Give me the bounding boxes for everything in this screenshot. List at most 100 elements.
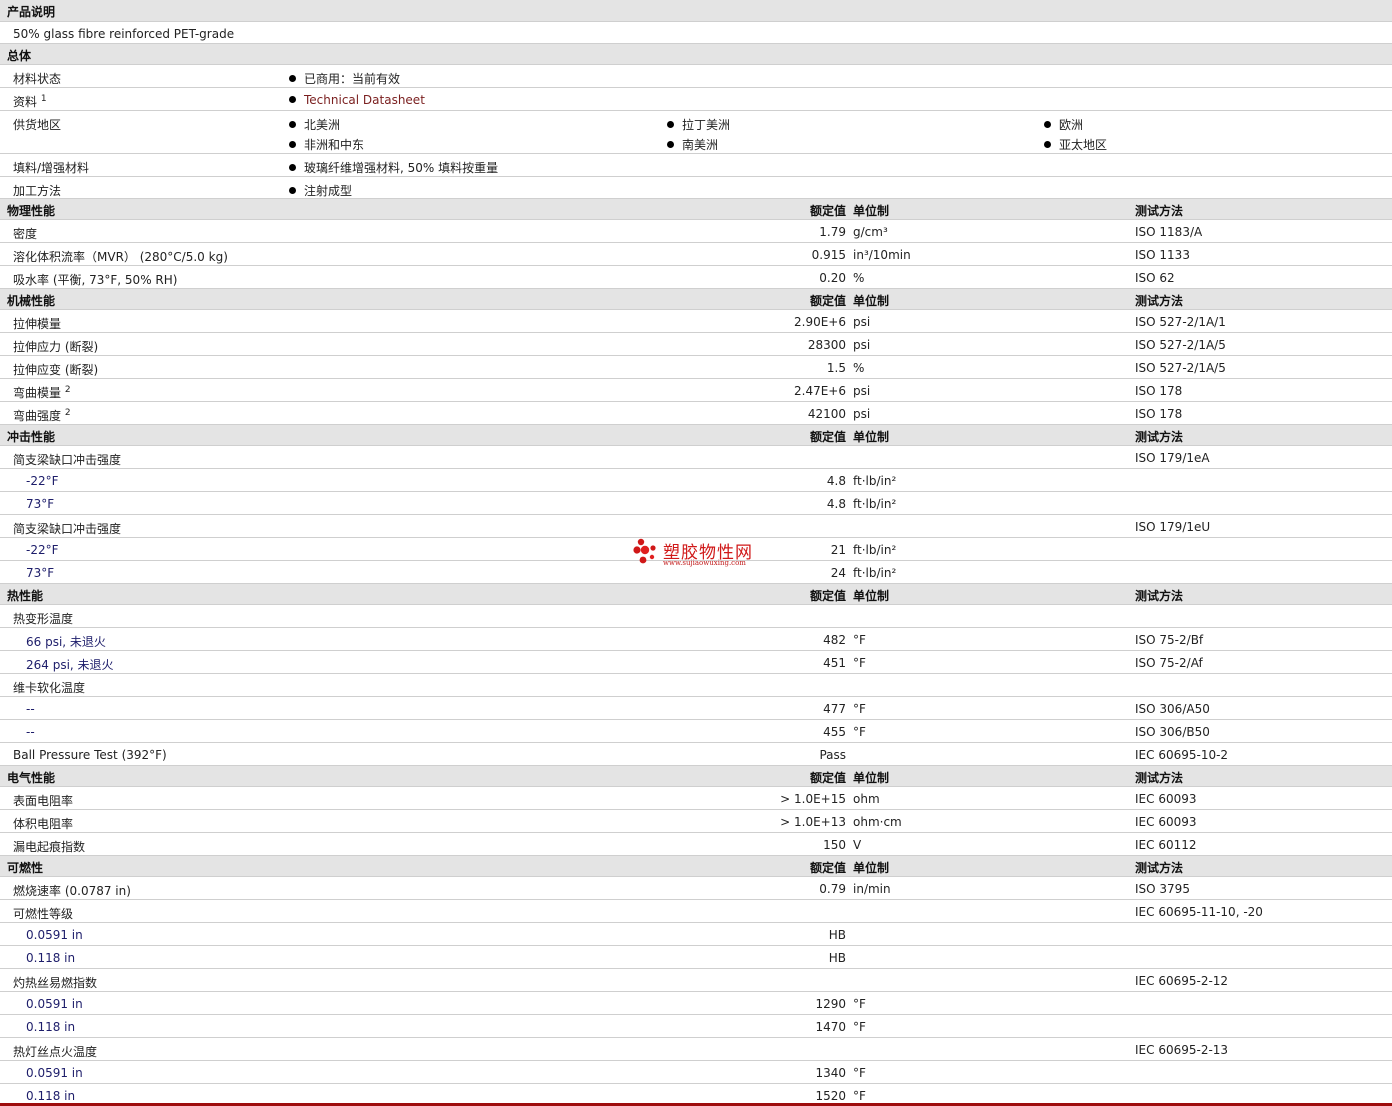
property-label: 漏电起痕指数 (13, 840, 86, 854)
bullet-icon (667, 121, 674, 128)
bullet-icon (1044, 121, 1051, 128)
property-unit: % (853, 361, 865, 375)
bullet-item: Technical Datasheet (289, 93, 425, 107)
section-title: 热性能 (7, 589, 44, 603)
bullet-icon (289, 187, 296, 194)
watermark-logo-icon (633, 538, 656, 564)
column-header-method: 测试方法 (1135, 294, 1184, 308)
technical-datasheet-link[interactable]: Technical Datasheet (304, 93, 425, 107)
column-header-value: 额定值 (809, 589, 846, 603)
row-label: 加工方法 (13, 184, 62, 198)
section-title: 产品说明 (7, 5, 56, 19)
property-row: 0.0591 in HB (0, 922, 1392, 945)
test-method: ISO 527-2/1A/5 (1135, 338, 1226, 352)
property-row: 66 psi, 未退火 482 °F ISO 75-2/Bf (0, 627, 1392, 650)
property-row: -- 455 °F ISO 306/B50 (0, 719, 1392, 742)
test-method: ISO 3795 (1135, 882, 1190, 896)
test-method: ISO 527-2/1A/5 (1135, 361, 1226, 375)
property-row: 密度 1.79 g/cm³ ISO 1183/A (0, 219, 1392, 242)
bullet-item: 非洲和中东 (289, 136, 364, 153)
test-method: IEC 60695-10-2 (1135, 748, 1229, 762)
column-header-unit: 单位制 (853, 771, 890, 785)
property-label: Ball Pressure Test (392°F) (13, 748, 167, 762)
property-label: 264 psi, 未退火 (26, 658, 114, 672)
bullet-icon (289, 96, 296, 103)
property-value: 42100 (807, 407, 846, 421)
property-row: 0.118 in HB (0, 945, 1392, 968)
property-row: 漏电起痕指数 150 V IEC 60112 (0, 832, 1392, 855)
property-label: 0.0591 in (26, 928, 83, 942)
property-value: 0.20 (819, 271, 846, 285)
property-label: 维卡软化温度 (13, 681, 86, 695)
property-label: 73°F (26, 497, 55, 511)
watermark: 塑胶物性网 www.sujiaowuxing.com (633, 538, 763, 568)
property-unit: % (853, 271, 865, 285)
property-row: 拉伸模量 2.90E+6 psi ISO 527-2/1A/1 (0, 309, 1392, 332)
test-method: ISO 1183/A (1135, 225, 1203, 239)
general-row-regions: 供货地区 北美洲 拉丁美洲 欧洲 非洲和中东 南美洲 亚太地区 (0, 110, 1392, 153)
property-row: Ball Pressure Test (392°F) Pass IEC 60695-… (0, 742, 1392, 765)
property-value: 1.5 (826, 361, 846, 375)
property-label: 拉伸应变 (断裂) (13, 363, 99, 377)
test-method: ISO 1133 (1135, 248, 1190, 262)
property-label: 燃烧速率 (0.0787 in) (13, 884, 131, 898)
property-label: 0.0591 in (26, 997, 83, 1011)
test-method: ISO 178 (1135, 384, 1183, 398)
property-label: -22°F (26, 474, 59, 488)
test-method: IEC 60093 (1135, 815, 1197, 829)
property-label: -- (26, 702, 35, 716)
test-method: IEC 60695-2-13 (1135, 1043, 1229, 1057)
property-value: 150 (823, 838, 846, 852)
test-method: ISO 179/1eU (1135, 520, 1211, 534)
property-row: 体积电阻率 > 1.0E+13 ohm·cm IEC 60093 (0, 809, 1392, 832)
property-unit: in³/10min (853, 248, 911, 262)
property-unit: psi (853, 338, 871, 352)
property-row: 热变形温度 (0, 604, 1392, 627)
property-label: -22°F (26, 543, 59, 557)
test-method: IEC 60093 (1135, 792, 1197, 806)
bullet-item: 北美洲 (289, 116, 340, 133)
section-header: 机械性能 额定值 单位制 测试方法 (0, 288, 1392, 309)
column-header-method: 测试方法 (1135, 430, 1184, 444)
column-header-unit: 单位制 (853, 294, 890, 308)
property-label: 拉伸应力 (断裂) (13, 340, 99, 354)
property-row: 弯曲模量 2 2.47E+6 psi ISO 178 (0, 378, 1392, 401)
bullet-icon (289, 121, 296, 128)
section-header-general: 总体 (0, 43, 1392, 64)
property-row: 燃烧速率 (0.0787 in) 0.79 in/min ISO 3795 (0, 876, 1392, 899)
property-row: 0.118 in 1470 °F (0, 1014, 1392, 1037)
general-row-filler: 填料/增强材料 玻璃纤维增强材料, 50% 填料按重量 (0, 153, 1392, 176)
property-row: 简支梁缺口冲击强度 ISO 179/1eA (0, 445, 1392, 468)
property-unit: ohm·cm (853, 815, 902, 829)
property-row: 表面电阻率 > 1.0E+15 ohm IEC 60093 (0, 786, 1392, 809)
property-unit: ft·lb/in² (853, 497, 897, 511)
row-label: 供货地区 (13, 118, 62, 132)
property-value: 4.8 (826, 497, 846, 511)
property-unit: g/cm³ (853, 225, 888, 239)
property-value: HB (828, 928, 846, 942)
property-label: 灼热丝易燃指数 (13, 976, 98, 990)
property-value: Pass (819, 748, 846, 762)
column-header-value: 额定值 (809, 430, 846, 444)
section-header: 冲击性能 额定值 单位制 测试方法 (0, 424, 1392, 445)
general-row-status: 材料状态 已商用：当前有效 (0, 64, 1392, 87)
column-header-value: 额定值 (809, 294, 846, 308)
column-header-unit: 单位制 (853, 204, 890, 218)
property-unit: °F (853, 656, 866, 670)
property-label: 体积电阻率 (13, 817, 74, 831)
test-method: IEC 60112 (1135, 838, 1197, 852)
property-row: -- 477 °F ISO 306/A50 (0, 696, 1392, 719)
footnote-marker: 2 (64, 385, 71, 395)
description-row: 50% glass fibre reinforced PET-grade (0, 21, 1392, 43)
bullet-icon (667, 141, 674, 148)
property-label: 73°F (26, 566, 55, 580)
property-label: 表面电阻率 (13, 794, 74, 808)
bullet-item: 南美洲 (667, 136, 718, 153)
property-row: 可燃性等级 IEC 60695-11-10, -20 (0, 899, 1392, 922)
property-value: 2.90E+6 (794, 315, 846, 329)
bullet-icon (289, 141, 296, 148)
section-header-description: 产品说明 (0, 0, 1392, 21)
property-unit: °F (853, 1089, 866, 1103)
test-method: ISO 306/A50 (1135, 702, 1210, 716)
property-unit: °F (853, 1066, 866, 1080)
